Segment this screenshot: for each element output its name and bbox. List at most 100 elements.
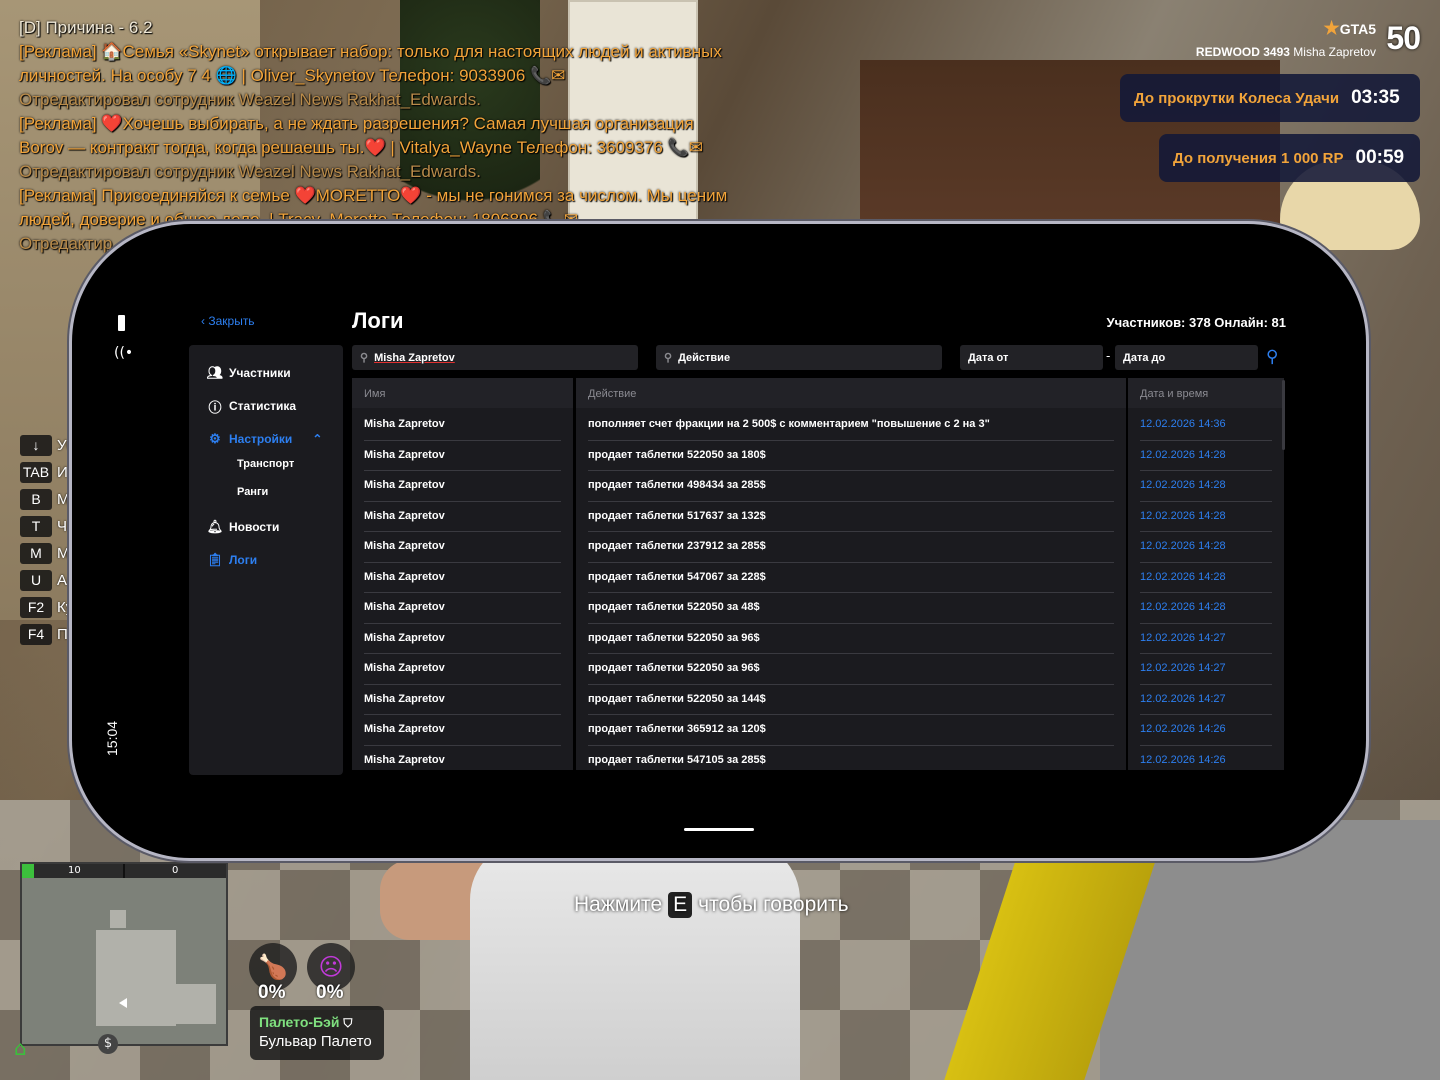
search-icon: ⚲ (360, 352, 369, 364)
column-header-action[interactable]: Действие (576, 378, 1126, 408)
dollar-icon: $ (98, 1034, 118, 1054)
table-cell-action: продает таблетки 517637 за 132$ (588, 501, 1114, 532)
prompt-text-before: Нажмите (574, 893, 663, 916)
star-icon: ★ (1323, 18, 1340, 38)
player-marker-icon (119, 998, 127, 1008)
date-range-dash: - (1106, 349, 1111, 363)
phone-clock: 15:04 (104, 720, 120, 756)
table-cell-action: продает таблетки 522050 за 180$ (588, 440, 1114, 471)
table-cell-action: продает таблетки 522050 за 144$ (588, 684, 1114, 715)
page-title: Логи (352, 308, 404, 333)
mood-percent: 0% (316, 982, 344, 1003)
date-to-input[interactable]: Дата до (1115, 345, 1258, 370)
chat-line: [Реклама] 🏠Семья «Skynet» открывает набо… (19, 40, 739, 64)
key-cap: M (20, 543, 52, 564)
wheel-timer-label: До прокрутки Колеса Удачи (1134, 89, 1340, 107)
table-cell-name: Misha Zapretov (364, 531, 561, 563)
key-hint: F2 Ку (20, 596, 78, 619)
table-cell-action: продает таблетки 365912 за 120$ (588, 714, 1114, 746)
interaction-prompt: Нажмите E чтобы говорить (574, 892, 849, 918)
minimap-status-bar: 10 0 (22, 864, 226, 878)
sidebar-item-members[interactable]: 👥︎ Участники (207, 365, 291, 381)
player-name: Misha Zapretov (1293, 45, 1376, 59)
table-cell-action: продает таблетки 237912 за 285$ (588, 531, 1114, 563)
action-filter-input[interactable]: ⚲ Действие (656, 345, 942, 370)
sidebar-subitem-transport[interactable]: Транспорт (237, 458, 294, 470)
sidebar-item-news[interactable]: 🔔︎ Новости (207, 519, 280, 535)
table-cell-date: 12.02.2026 14:27 (1140, 684, 1272, 715)
table-cell-action: продает таблетки 522050 за 96$ (588, 623, 1114, 654)
chat-feed: [D] Причина - 6.2 [Реклама] 🏠Семья «Skyne… (19, 16, 739, 256)
table-cell-name: Misha Zapretov (364, 592, 561, 624)
chat-text: [Реклама] 🏠Семья «Skynet» открывает набо… (19, 42, 722, 61)
chat-line: личностей. На особу 7 4 🌐 | Oliver_Skyne… (19, 64, 739, 88)
house-icon: ⌂ (14, 1036, 27, 1060)
sidebar-item-settings[interactable]: ⚙ Настройки ⌃ (207, 431, 322, 447)
table-cell-date: 12.02.2026 14:28 (1140, 501, 1272, 532)
table-cell-action: продает таблетки 522050 за 96$ (588, 653, 1114, 685)
table-scrollbar[interactable] (1282, 380, 1285, 450)
health-indicator (22, 864, 34, 878)
member-counts: Участников: 378 Онлайн: 81 (1106, 315, 1286, 330)
key-hint: F4 По (20, 623, 78, 646)
table-cell-date: 12.02.2026 14:28 (1140, 440, 1272, 471)
info-icon: ⓘ (208, 399, 222, 415)
key-hint: M Ме (20, 542, 78, 565)
table-cell-action: продает таблетки 547105 за 285$ (588, 745, 1114, 771)
search-icon: ⚲ (664, 352, 673, 364)
table-cell-name: Misha Zapretov (364, 653, 561, 685)
rp-timer-value: 00:59 (1355, 147, 1405, 168)
chat-text: Отредактировал сотрудник Weazel News Rak… (19, 90, 481, 109)
key-cap: U (20, 570, 52, 591)
table-cell-date: 12.02.2026 14:28 (1140, 562, 1272, 593)
minimap-left-value: 10 (68, 865, 81, 876)
search-button[interactable]: ⚲ (1266, 347, 1278, 367)
prompt-key: E (668, 892, 693, 918)
chat-line: [Реклама] ❤️Хочешь выбирать, а не ждать … (19, 112, 739, 136)
chat-text: Borov — контракт тогда, когда решаешь ты… (19, 138, 703, 157)
table-cell-name: Misha Zapretov (364, 440, 561, 471)
chat-line: Отредактировал сотрудник Weazel News Rak… (19, 88, 739, 112)
minimap: 10 0 (20, 862, 228, 1046)
table-cell-date: 12.02.2026 14:27 (1140, 653, 1272, 685)
column-header-date[interactable]: Дата и время (1128, 378, 1284, 408)
food-percent: 0% (258, 982, 286, 1003)
date-from-input[interactable]: Дата от (960, 345, 1103, 370)
table-cell-name: Misha Zapretov (364, 623, 561, 654)
chat-text: [Реклама] Присоединяйся к семье ❤️MORETT… (19, 186, 728, 205)
server-city: REDWOOD 3493 (1195, 45, 1290, 59)
chat-text: личностей. На особу 7 4 🌐 | Oliver_Skyne… (19, 66, 566, 85)
table-cell-date: 12.02.2026 14:36 (1140, 409, 1272, 441)
sidebar-nav: 👥︎ Участники ⓘ Статистика ⚙ Настройки ⌃ … (189, 345, 343, 775)
column-header-name[interactable]: Имя (352, 378, 573, 408)
column-name: Имя Misha Zapretov Misha Zapretov Misha Za… (352, 378, 573, 770)
home-indicator[interactable] (684, 828, 754, 831)
key-hint: B Ми (20, 488, 78, 511)
chevron-left-icon: ‹ (201, 314, 205, 328)
battery-icon (118, 315, 125, 331)
chat-line: Borov — контракт тогда, когда решаешь ты… (19, 136, 739, 160)
sidebar-item-logs[interactable]: 📋︎ Логи (207, 552, 257, 568)
location-street: Бульвар Палето (259, 1033, 372, 1050)
wheel-timer: До прокрутки Колеса Удачи 03:35 (1120, 74, 1420, 122)
key-cap: F2 (20, 597, 52, 618)
table-cell-action: продает таблетки 522050 за 48$ (588, 592, 1114, 624)
name-filter-input[interactable]: ⚲ Misha Zapretov (352, 345, 638, 370)
chat-text: Отредактировал сотрудник Weazel News Rak… (19, 162, 481, 181)
search-icon: ⚲ (1266, 347, 1279, 367)
sidebar-subitem-ranks[interactable]: Ранги (237, 486, 268, 498)
key-cap: T (20, 516, 52, 537)
player-body (470, 840, 800, 1080)
key-hint: TAB И (20, 461, 78, 484)
sidebar-item-stats[interactable]: ⓘ Статистика (207, 398, 296, 415)
key-hint-label: Ку (57, 599, 74, 616)
column-date: Дата и время 12.02.2026 14:36 12.02.2026 … (1128, 378, 1284, 770)
clipboard-icon: 📋︎ (206, 552, 224, 567)
table-cell-name: Misha Zapretov (364, 470, 561, 502)
close-button[interactable]: ‹ Закрыть (201, 314, 255, 328)
key-cap: TAB (20, 462, 52, 483)
wheel-timer-value: 03:35 (1351, 87, 1400, 108)
key-cap: F4 (20, 624, 52, 645)
chat-text: [D] Причина - 6.2 (19, 18, 153, 37)
key-hint: U Ан (20, 569, 78, 592)
